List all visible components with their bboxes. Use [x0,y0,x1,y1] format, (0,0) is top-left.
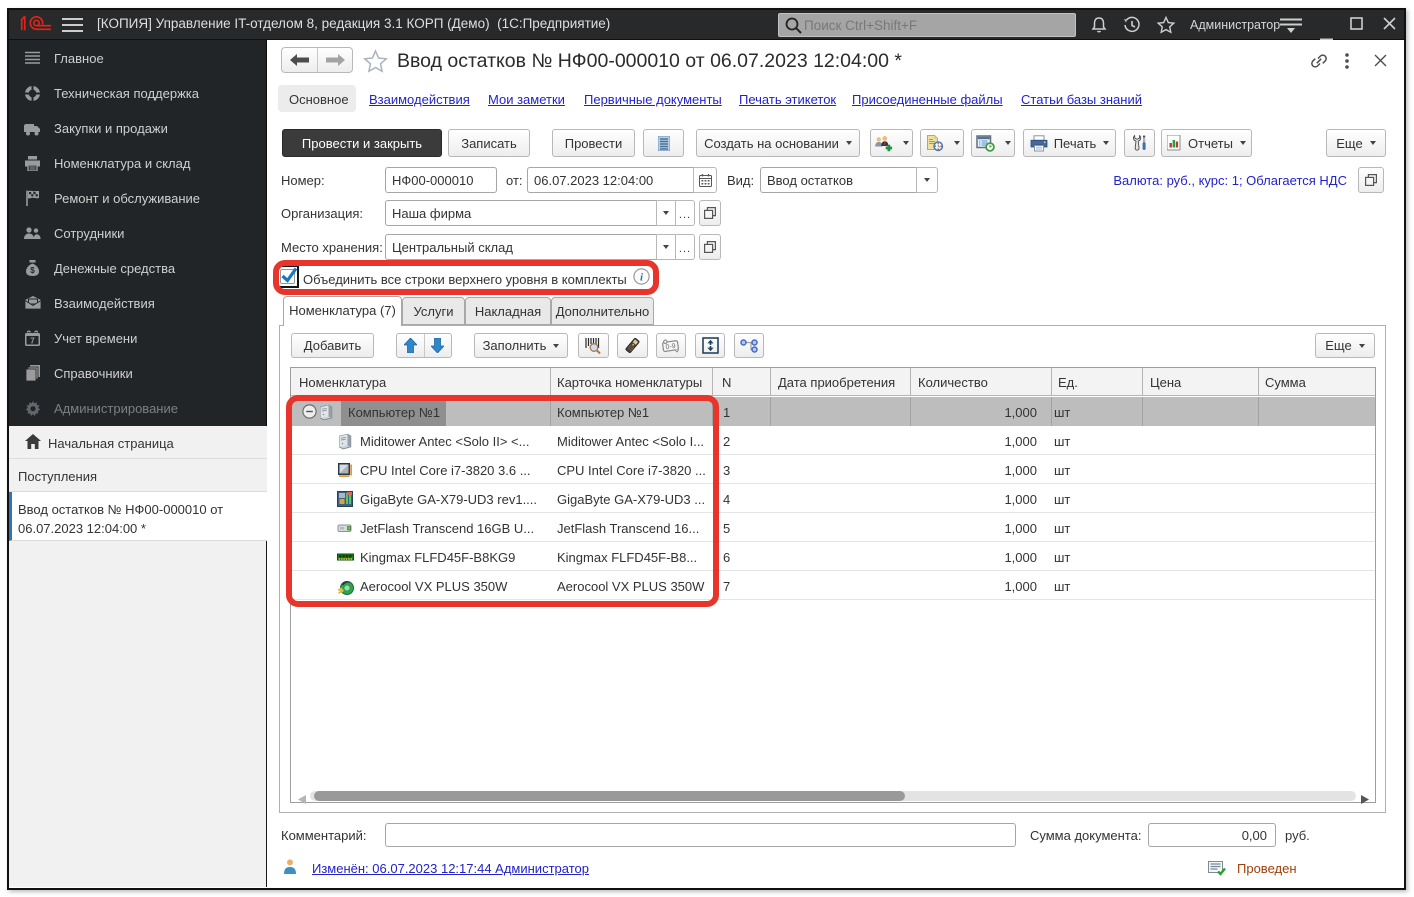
svg-text:0-9: 0-9 [665,342,676,350]
svg-text:$: $ [30,266,35,275]
svg-text:7: 7 [30,337,35,346]
